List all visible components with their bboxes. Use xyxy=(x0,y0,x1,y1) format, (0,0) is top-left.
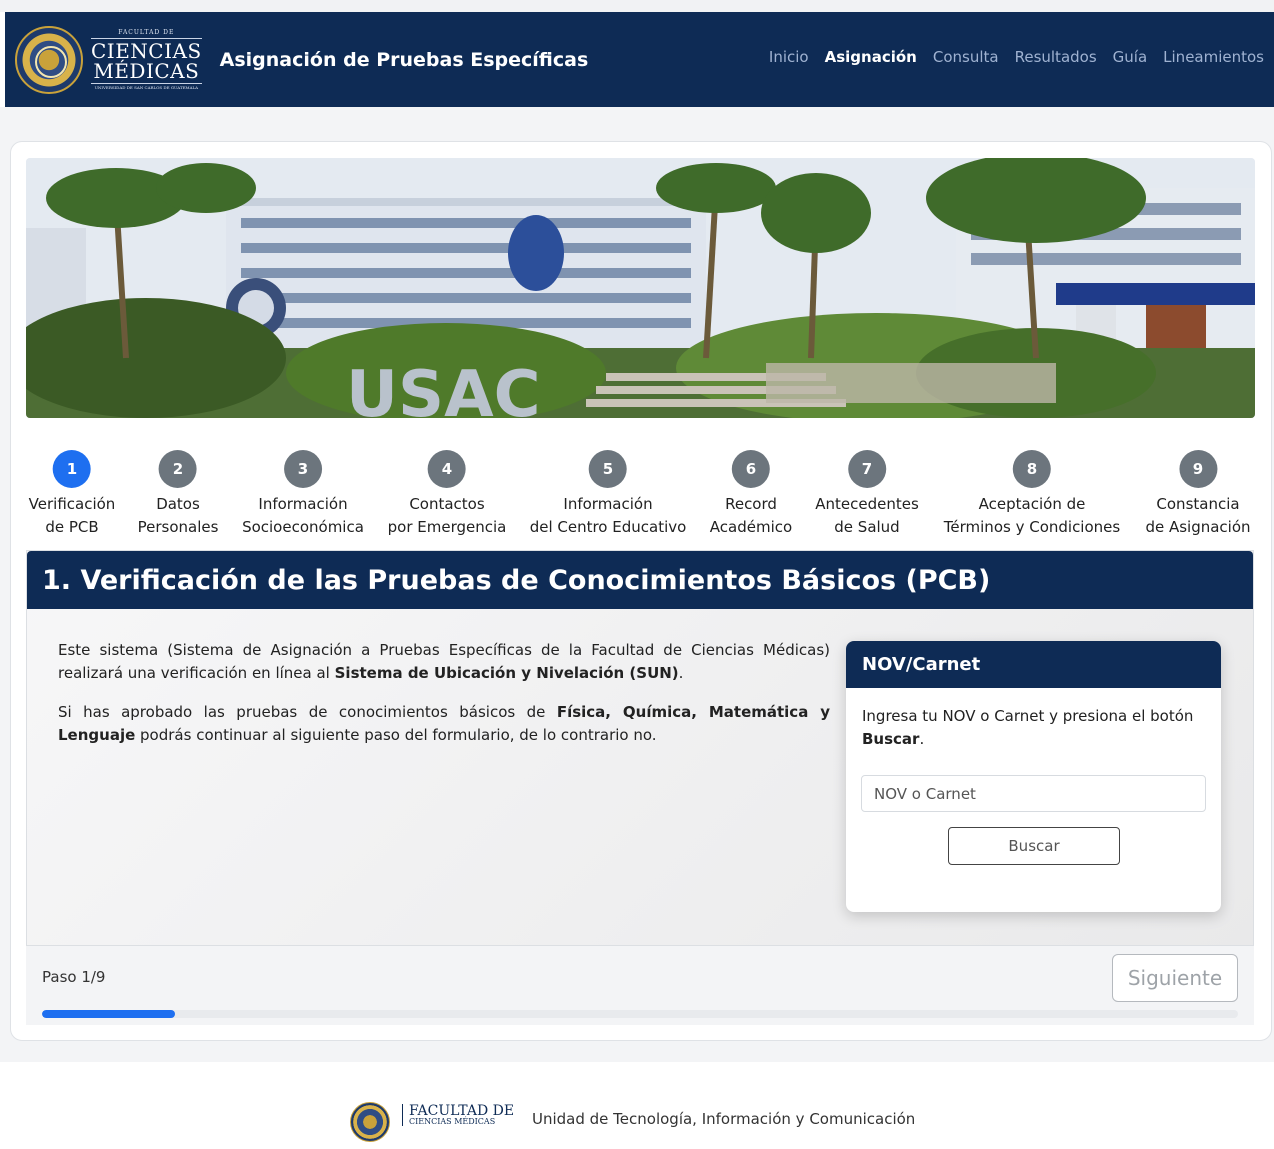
description-paragraph-1: Este sistema (Sistema de Asignación a Pr… xyxy=(58,639,830,685)
progress-bar-fill xyxy=(42,1010,175,1018)
step-6-label: Record Académico xyxy=(710,493,792,539)
step-6[interactable]: 6 Record Académico xyxy=(710,450,792,539)
nov-instr-bold: Buscar xyxy=(862,730,920,748)
p2-text: Si has aprobado las pruebas de conocimie… xyxy=(58,703,557,721)
step-9-label-line2: de Asignación xyxy=(1145,518,1251,536)
step-4-number: 4 xyxy=(428,450,466,488)
nov-carnet-card: NOV/Carnet Ingresa tu NOV o Carnet y pre… xyxy=(846,641,1221,912)
step-5-number: 5 xyxy=(588,450,627,488)
top-strip xyxy=(0,0,1274,12)
step-1-label-line2: de PCB xyxy=(45,518,99,536)
faculty-seal-icon xyxy=(15,25,83,94)
footer-brand-line2: CIENCIAS MÉDICAS xyxy=(409,1117,496,1126)
step-8[interactable]: 8 Aceptación de Términos y Condiciones xyxy=(944,450,1120,539)
main-nav: Inicio Asignación Consulta Resultados Gu… xyxy=(753,48,1264,66)
step-9-label-line1: Constancia xyxy=(1156,495,1240,513)
step-5-label-line2: del Centro Educativo xyxy=(529,518,687,536)
page-footer: FACULTAD DE CIENCIAS MÉDICAS Unidad de T… xyxy=(0,1062,1274,1149)
section-title: 1. Verificación de las Pruebas de Conoci… xyxy=(27,551,1253,609)
p1-bold: Sistema de Ubicación y Nivelación (SUN) xyxy=(334,664,679,682)
step-3-label: Información Socioeconómica xyxy=(242,493,364,539)
footer-faculty-wordmark: FACULTAD DE CIENCIAS MÉDICAS xyxy=(402,1104,514,1126)
nov-carnet-input[interactable] xyxy=(861,775,1206,812)
app-title: Asignación de Pruebas Específicas xyxy=(219,48,589,71)
step-4-label: Contactos por Emergencia xyxy=(388,493,507,539)
footer-seal-icon xyxy=(350,1102,390,1142)
usac-sign-text: USAC xyxy=(346,358,541,418)
step-6-label-line1: Record xyxy=(725,495,777,513)
search-button[interactable]: Buscar xyxy=(948,827,1120,865)
nav-resultados[interactable]: Resultados xyxy=(1015,48,1097,66)
step-counter: Paso 1/9 xyxy=(42,968,106,986)
step-8-label: Aceptación de Términos y Condiciones xyxy=(944,493,1120,539)
step-7[interactable]: 7 Antecedentes de Salud xyxy=(815,450,919,539)
description-paragraph-2: Si has aprobado las pruebas de conocimie… xyxy=(58,701,830,747)
step-7-label-line2: de Salud xyxy=(834,518,900,536)
step-9-number: 9 xyxy=(1179,450,1217,488)
faculty-wordmark: FACULTAD DE CIENCIAS MÉDICAS UNIVERSIDAD… xyxy=(91,29,202,90)
footer-brand-line1: FACULTAD DE xyxy=(409,1103,515,1119)
nov-instructions: Ingresa tu NOV o Carnet y presiona el bo… xyxy=(862,705,1202,751)
step-3-label-line2: Socioeconómica xyxy=(242,518,364,536)
step-7-label: Antecedentes de Salud xyxy=(815,493,919,539)
step-1-number: 1 xyxy=(53,450,91,488)
step-8-label-line2: Términos y Condiciones xyxy=(943,518,1121,536)
logo-line-tiny: UNIVERSIDAD DE SAN CARLOS DE GUATEMALA xyxy=(94,84,199,90)
step-7-number: 7 xyxy=(847,450,886,488)
top-navbar: FACULTAD DE CIENCIAS MÉDICAS UNIVERSIDAD… xyxy=(5,12,1274,107)
nav-inicio[interactable]: Inicio xyxy=(769,48,809,66)
step-5-label-line1: Información xyxy=(563,495,653,513)
nov-card-title: NOV/Carnet xyxy=(846,641,1221,688)
step-8-label-line1: Aceptación de xyxy=(978,495,1086,513)
progress-bar xyxy=(42,1010,1238,1018)
faculty-logo[interactable]: FACULTAD DE CIENCIAS MÉDICAS UNIVERSIDAD… xyxy=(15,25,202,94)
step-1[interactable]: 1 Verificación de PCB xyxy=(29,450,116,539)
step-8-number: 8 xyxy=(1013,450,1051,488)
logo-line-1: CIENCIAS xyxy=(91,38,202,63)
section-description: Este sistema (Sistema de Asignación a Pr… xyxy=(58,639,830,763)
step-6-label-line2: Académico xyxy=(709,518,793,536)
nov-instr-end: . xyxy=(919,730,925,748)
step-9-label: Constancia de Asignación xyxy=(1145,493,1250,539)
wizard-stepper: 1 Verificación de PCB 2 Datos Personales 3… xyxy=(20,450,1260,540)
step-5-label: Información del Centro Educativo xyxy=(530,493,687,539)
nav-asignacion[interactable]: Asignación xyxy=(825,48,917,66)
step-1-label-line1: Verificación xyxy=(28,495,116,513)
step-9[interactable]: 9 Constancia de Asignación xyxy=(1145,450,1251,539)
nav-lineamientos[interactable]: Lineamientos xyxy=(1163,48,1264,66)
nov-instr-text: Ingresa tu NOV o Carnet y presiona el bo… xyxy=(862,707,1194,725)
step-3-number: 3 xyxy=(283,450,322,488)
campus-hero-image: USAC xyxy=(26,158,1255,418)
step-6-number: 6 xyxy=(731,450,770,488)
logo-line-2: MÉDICAS xyxy=(91,61,202,84)
step-7-label-line1: Antecedentes xyxy=(815,495,919,513)
step-2-label-line1: Datos xyxy=(156,495,200,513)
nav-guia[interactable]: Guía xyxy=(1113,48,1148,66)
wizard-footer: Paso 1/9 Siguiente xyxy=(26,945,1254,1025)
footer-unit-text: Unidad de Tecnología, Información y Comu… xyxy=(532,1110,916,1128)
step-4-label-line1: Contactos xyxy=(409,495,485,513)
step-2[interactable]: 2 Datos Personales xyxy=(138,450,219,539)
next-button[interactable]: Siguiente xyxy=(1112,954,1238,1002)
step-5[interactable]: 5 Información del Centro Educativo xyxy=(530,450,687,539)
campus-illustration: USAC xyxy=(26,158,1255,418)
step-1-label: Verificación de PCB xyxy=(29,493,116,539)
step-2-number: 2 xyxy=(159,450,197,488)
nav-consulta[interactable]: Consulta xyxy=(933,48,999,66)
step-4[interactable]: 4 Contactos por Emergencia xyxy=(388,450,507,539)
step-3[interactable]: 3 Información Socioeconómica xyxy=(242,450,364,539)
logo-line-small: FACULTAD DE xyxy=(91,29,202,39)
step-4-label-line2: por Emergencia xyxy=(387,518,507,536)
step-3-label-line1: Información xyxy=(258,495,348,513)
step-2-label: Datos Personales xyxy=(138,493,219,539)
p2-end: podrás continuar al siguiente paso del f… xyxy=(135,726,657,744)
p1-end: . xyxy=(678,664,684,682)
step-2-label-line2: Personales xyxy=(137,518,219,536)
